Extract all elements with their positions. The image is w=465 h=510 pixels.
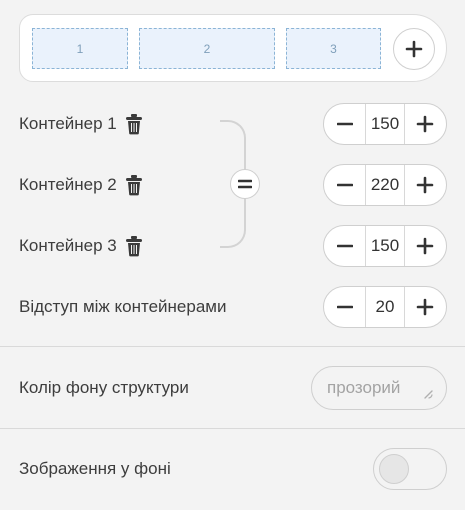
plus-icon	[417, 237, 434, 255]
minus-icon	[336, 244, 353, 248]
container-1-row: Контейнер 1	[19, 109, 143, 139]
container-2-label: Контейнер 2	[19, 175, 117, 194]
container-2-row: Контейнер 2	[19, 170, 143, 200]
background-image-toggle[interactable]	[373, 448, 447, 490]
plus-icon	[417, 115, 434, 133]
gap-value[interactable]: 20	[365, 287, 405, 327]
trash-icon[interactable]	[125, 113, 143, 135]
trash-icon[interactable]	[125, 235, 143, 257]
container-3-label: Контейнер 3	[19, 236, 117, 255]
container-2-width-value[interactable]: 220	[365, 165, 405, 205]
preview-container-2[interactable]: 2	[139, 28, 275, 69]
container-3-width-stepper: 150	[323, 225, 447, 267]
divider	[0, 428, 465, 429]
equalize-widths-button[interactable]	[230, 169, 260, 199]
container-1-label: Контейнер 1	[19, 114, 117, 133]
container-1-width-value[interactable]: 150	[365, 104, 405, 144]
color-picker-icon	[424, 390, 433, 399]
gap-row: Відступ між контейнерами	[19, 292, 226, 322]
gap-increase-button[interactable]	[405, 287, 446, 327]
container-3-increase-button[interactable]	[405, 226, 446, 266]
container-3-width-value[interactable]: 150	[365, 226, 405, 266]
preview-container-3-label: 3	[330, 41, 337, 56]
container-3-decrease-button[interactable]	[324, 226, 365, 266]
toggle-knob	[379, 454, 409, 484]
container-2-width-stepper: 220	[323, 164, 447, 206]
preview-container-1[interactable]: 1	[32, 28, 128, 69]
background-color-label: Колір фону структури	[19, 378, 189, 397]
background-color-select[interactable]: прозорий	[311, 366, 447, 410]
trash-icon[interactable]	[125, 174, 143, 196]
gap-decrease-button[interactable]	[324, 287, 365, 327]
plus-icon	[405, 40, 423, 58]
preview-container-3[interactable]: 3	[286, 28, 381, 69]
divider	[0, 346, 465, 347]
background-color-value: прозорий	[327, 378, 401, 397]
gap-label: Відступ між контейнерами	[19, 297, 227, 316]
container-1-increase-button[interactable]	[405, 104, 446, 144]
background-color-row: Колір фону структури	[19, 373, 189, 403]
container-3-row: Контейнер 3	[19, 231, 143, 261]
container-1-width-stepper: 150	[323, 103, 447, 145]
minus-icon	[336, 122, 353, 126]
structure-preview: 1 2 3	[19, 14, 447, 82]
preview-container-2-label: 2	[203, 41, 211, 56]
equals-icon	[238, 179, 252, 189]
minus-icon	[336, 305, 353, 309]
background-image-row: Зображення у фоні	[19, 454, 171, 484]
background-image-label: Зображення у фоні	[19, 459, 171, 478]
minus-icon	[336, 183, 353, 187]
preview-container-1-label: 1	[76, 41, 84, 56]
add-container-button[interactable]	[393, 28, 435, 70]
container-2-decrease-button[interactable]	[324, 165, 365, 205]
gap-stepper: 20	[323, 286, 447, 328]
plus-icon	[417, 176, 434, 194]
container-2-increase-button[interactable]	[405, 165, 446, 205]
container-1-decrease-button[interactable]	[324, 104, 365, 144]
plus-icon	[417, 298, 434, 316]
